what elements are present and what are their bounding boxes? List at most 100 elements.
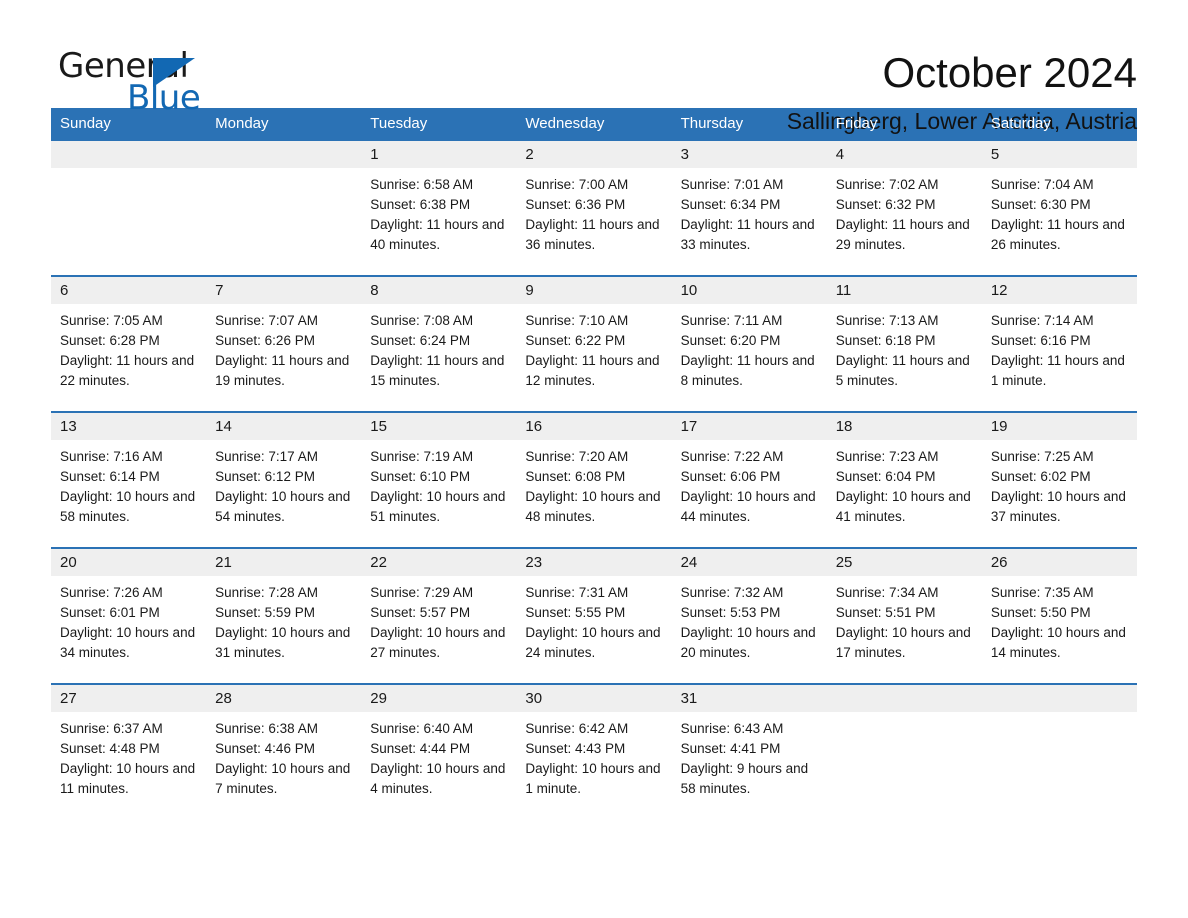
day-number[interactable]: 23 [516,549,671,576]
day-number[interactable] [206,141,361,168]
day-cell[interactable]: Sunrise: 6:43 AM Sunset: 4:41 PM Dayligh… [672,712,827,819]
day-cell[interactable]: Sunrise: 7:02 AM Sunset: 6:32 PM Dayligh… [827,168,982,275]
day-cell[interactable]: Sunrise: 6:38 AM Sunset: 4:46 PM Dayligh… [206,712,361,819]
day-number[interactable]: 3 [672,141,827,168]
sunset-text: Sunset: 4:44 PM [370,741,471,756]
day-cell[interactable]: Sunrise: 7:01 AM Sunset: 6:34 PM Dayligh… [672,168,827,275]
day-cell[interactable]: Sunrise: 6:42 AM Sunset: 4:43 PM Dayligh… [516,712,671,819]
day-cell[interactable]: Sunrise: 7:00 AM Sunset: 6:36 PM Dayligh… [516,168,671,275]
daylight-text: Daylight: 11 hours and 29 minutes. [835,217,970,252]
day-cell[interactable] [982,712,1137,819]
day-number[interactable] [827,685,982,712]
day-number[interactable]: 15 [361,413,516,440]
daylight-text: Daylight: 11 hours and 26 minutes. [990,217,1125,252]
day-cell[interactable]: Sunrise: 7:08 AM Sunset: 6:24 PM Dayligh… [361,304,516,411]
sunrise-text: Sunrise: 6:37 AM [60,721,163,736]
day-number[interactable] [51,141,206,168]
day-number[interactable]: 10 [672,277,827,304]
sunset-text: Sunset: 6:10 PM [370,469,471,484]
daylight-text: Daylight: 9 hours and 58 minutes. [680,761,809,796]
day-cell[interactable]: Sunrise: 7:04 AM Sunset: 6:30 PM Dayligh… [982,168,1137,275]
daylight-text: Daylight: 11 hours and 36 minutes. [525,217,660,252]
day-cell[interactable]: Sunrise: 7:23 AM Sunset: 6:04 PM Dayligh… [827,440,982,547]
sunset-text: Sunset: 5:59 PM [215,605,315,620]
day-cell[interactable]: Sunrise: 6:37 AM Sunset: 4:48 PM Dayligh… [51,712,206,819]
page-title: October 2024 [882,49,1137,96]
day-cell[interactable]: Sunrise: 7:20 AM Sunset: 6:08 PM Dayligh… [516,440,671,547]
day-number[interactable]: 7 [206,277,361,304]
day-cell[interactable]: Sunrise: 7:10 AM Sunset: 6:22 PM Dayligh… [516,304,671,411]
general-blue-logo[interactable]: General Blue [51,46,291,124]
day-number[interactable]: 30 [516,685,671,712]
day-number[interactable]: 17 [672,413,827,440]
day-number[interactable]: 24 [672,549,827,576]
day-cell[interactable]: Sunrise: 7:29 AM Sunset: 5:57 PM Dayligh… [361,576,516,683]
day-cell[interactable]: Sunrise: 7:16 AM Sunset: 6:14 PM Dayligh… [51,440,206,547]
sunrise-text: Sunrise: 7:01 AM [680,177,784,192]
day-cell[interactable]: Sunrise: 7:34 AM Sunset: 5:51 PM Dayligh… [827,576,982,683]
day-cell[interactable]: Sunrise: 7:05 AM Sunset: 6:28 PM Dayligh… [51,304,206,411]
daylight-text: Daylight: 10 hours and 31 minutes. [215,625,351,660]
calendar-week-row: 6 7 8 9 10 11 12 Sunrise: 7:05 AM Sunset… [51,275,1137,411]
day-number[interactable]: 19 [982,413,1137,440]
day-number[interactable]: 4 [827,141,982,168]
daylight-text: Daylight: 10 hours and 20 minutes. [680,625,816,660]
week-details: Sunrise: 6:37 AM Sunset: 4:48 PM Dayligh… [51,712,1137,819]
day-number[interactable]: 22 [361,549,516,576]
sunrise-text: Sunrise: 7:14 AM [990,313,1094,328]
day-cell[interactable] [827,712,982,819]
day-cell[interactable]: Sunrise: 7:17 AM Sunset: 6:12 PM Dayligh… [206,440,361,547]
sunset-text: Sunset: 6:38 PM [370,197,471,212]
sunrise-text: Sunrise: 7:22 AM [680,449,784,464]
day-cell[interactable]: Sunrise: 7:31 AM Sunset: 5:55 PM Dayligh… [516,576,671,683]
day-cell[interactable]: Sunrise: 6:40 AM Sunset: 4:44 PM Dayligh… [361,712,516,819]
sunrise-text: Sunrise: 6:40 AM [370,721,474,736]
day-number[interactable]: 18 [827,413,982,440]
day-number[interactable]: 1 [361,141,516,168]
day-cell[interactable]: Sunrise: 7:13 AM Sunset: 6:18 PM Dayligh… [827,304,982,411]
calendar-week-row: 13 14 15 16 17 18 19 Sunrise: 7:16 AM Su… [51,411,1137,547]
day-cell[interactable]: Sunrise: 7:25 AM Sunset: 6:02 PM Dayligh… [982,440,1137,547]
day-cell[interactable]: Sunrise: 6:58 AM Sunset: 6:38 PM Dayligh… [361,168,516,275]
day-number[interactable]: 13 [51,413,206,440]
day-cell[interactable] [51,168,206,275]
day-number[interactable]: 28 [206,685,361,712]
sunset-text: Sunset: 6:02 PM [990,469,1091,484]
day-number[interactable]: 29 [361,685,516,712]
day-cell[interactable]: Sunrise: 7:14 AM Sunset: 6:16 PM Dayligh… [982,304,1137,411]
day-cell[interactable]: Sunrise: 7:26 AM Sunset: 6:01 PM Dayligh… [51,576,206,683]
day-cell[interactable]: Sunrise: 7:32 AM Sunset: 5:53 PM Dayligh… [672,576,827,683]
day-cell[interactable]: Sunrise: 7:35 AM Sunset: 5:50 PM Dayligh… [982,576,1137,683]
day-cell[interactable]: Sunrise: 7:19 AM Sunset: 6:10 PM Dayligh… [361,440,516,547]
day-number[interactable]: 20 [51,549,206,576]
day-number[interactable]: 21 [206,549,361,576]
day-number[interactable]: 26 [982,549,1137,576]
sunrise-text: Sunrise: 7:04 AM [990,177,1094,192]
day-number[interactable]: 16 [516,413,671,440]
day-number[interactable]: 2 [516,141,671,168]
sunrise-text: Sunrise: 6:43 AM [680,721,784,736]
day-number[interactable]: 14 [206,413,361,440]
day-cell[interactable]: Sunrise: 7:11 AM Sunset: 6:20 PM Dayligh… [672,304,827,411]
day-number[interactable]: 31 [672,685,827,712]
day-number[interactable]: 5 [982,141,1137,168]
day-cell[interactable]: Sunrise: 7:07 AM Sunset: 6:26 PM Dayligh… [206,304,361,411]
day-number[interactable] [982,685,1137,712]
day-cell[interactable] [206,168,361,275]
day-cell[interactable]: Sunrise: 7:28 AM Sunset: 5:59 PM Dayligh… [206,576,361,683]
day-number[interactable]: 25 [827,549,982,576]
week-daynumbers: 20 21 22 23 24 25 26 [51,549,1137,576]
day-number[interactable]: 12 [982,277,1137,304]
sunset-text: Sunset: 4:41 PM [680,741,781,756]
daylight-text: Daylight: 10 hours and 11 minutes. [60,761,196,796]
day-cell[interactable]: Sunrise: 7:22 AM Sunset: 6:06 PM Dayligh… [672,440,827,547]
day-number[interactable]: 6 [51,277,206,304]
day-number[interactable]: 11 [827,277,982,304]
day-number[interactable]: 9 [516,277,671,304]
daylight-text: Daylight: 11 hours and 15 minutes. [370,353,505,388]
sunrise-text: Sunrise: 7:31 AM [525,585,629,600]
day-number[interactable]: 8 [361,277,516,304]
day-number[interactable]: 27 [51,685,206,712]
sunset-text: Sunset: 6:28 PM [60,333,160,348]
sunset-text: Sunset: 6:34 PM [680,197,781,212]
